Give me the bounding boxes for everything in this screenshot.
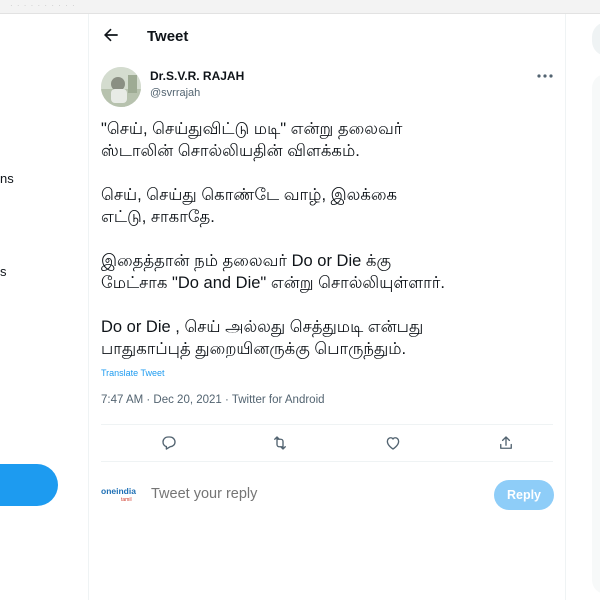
more-options-icon[interactable] <box>535 69 555 83</box>
right-sidebar <box>566 14 600 600</box>
left-navigation: ns s <box>0 14 88 600</box>
reply-button[interactable]: Reply <box>494 480 554 510</box>
like-icon[interactable] <box>384 434 402 452</box>
tweet-paragraph: "செய், செய்துவிட்டு மடி" என்று தலைவர் ஸ்ட… <box>101 120 403 160</box>
reply-icon[interactable] <box>160 434 178 452</box>
back-arrow-icon[interactable] <box>101 25 121 45</box>
svg-text:tamil: tamil <box>121 497 132 503</box>
page-header: Tweet <box>89 14 565 59</box>
divider <box>101 424 553 425</box>
retweet-icon[interactable] <box>271 434 289 452</box>
author-avatar[interactable] <box>101 67 141 107</box>
action-bar <box>101 426 553 460</box>
divider <box>101 461 553 462</box>
tweet-detail-column: Tweet Dr.S.V.R. RAJAH @svrrajah "செய், ச… <box>88 14 566 600</box>
tweet-text: "செய், செய்துவிட்டு மடி" என்று தலைவர் ஸ்ட… <box>101 118 561 360</box>
tweet-paragraph: இதைத்தான் நம் தலைவர் Do or Die க்கு மேட்ச… <box>101 252 445 292</box>
author-handle[interactable]: @svrrajah <box>150 87 200 99</box>
nav-item-fragment[interactable]: ns <box>0 171 14 186</box>
nav-item-fragment[interactable]: s <box>0 264 7 279</box>
share-icon[interactable] <box>497 434 515 452</box>
reply-author-avatar: oneindia tamil <box>101 484 141 504</box>
tweet-paragraph: Do or Die , செய் அல்லது செத்துமடி என்பது… <box>101 318 424 358</box>
tweet-timestamp-source[interactable]: 7:47 AM · Dec 20, 2021 · Twitter for And… <box>101 394 325 406</box>
compose-tweet-button[interactable] <box>0 464 58 506</box>
search-box-fragment[interactable] <box>592 22 600 56</box>
svg-text:oneindia: oneindia <box>101 486 136 496</box>
reply-input[interactable] <box>151 486 371 502</box>
page-title: Tweet <box>147 28 189 45</box>
translate-tweet-link[interactable]: Translate Tweet <box>101 368 165 378</box>
author-name[interactable]: Dr.S.V.R. RAJAH <box>150 69 244 83</box>
tweet-paragraph: செய், செய்து கொண்டே வாழ், இலக்கை எட்டு, ச… <box>101 186 398 226</box>
sidebar-panel-fragment <box>592 74 600 594</box>
browser-top-strip: · · · · · · · · · · <box>0 0 600 14</box>
